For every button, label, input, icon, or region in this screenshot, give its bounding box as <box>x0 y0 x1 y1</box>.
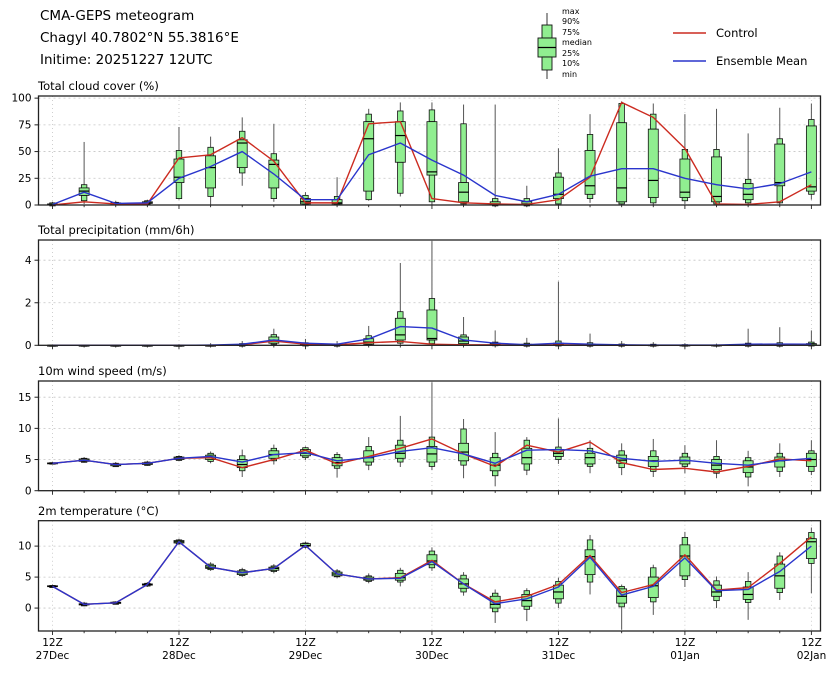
svg-text:75: 75 <box>18 119 31 131</box>
svg-text:4: 4 <box>25 255 32 267</box>
legend-stat-25: 25% <box>562 49 592 59</box>
svg-text:0: 0 <box>25 340 32 352</box>
svg-text:25: 25 <box>18 173 31 185</box>
svg-text:5: 5 <box>25 454 32 466</box>
x-tick-label: 12Z27Dec <box>18 637 88 662</box>
panel-title-cloud: Total cloud cover (%) <box>38 79 159 93</box>
panel-title-temp: 2m temperature (°C) <box>38 504 159 518</box>
svg-text:2: 2 <box>25 297 32 309</box>
legend-ensemble-label: Ensemble Mean <box>716 54 807 68</box>
station-location: Chagyl 40.7802°N 55.3816°E <box>40 30 239 46</box>
x-tick-label: 12Z29Dec <box>271 637 341 662</box>
panel-title-precip: Total precipitation (mm/6h) <box>38 223 194 237</box>
svg-text:100: 100 <box>11 93 31 105</box>
legend-stat-90: 90% <box>562 17 592 27</box>
legend-box-stats: max 90% 75% median 25% 10% min <box>562 7 592 80</box>
svg-text:5: 5 <box>25 572 32 584</box>
legend-stat-max: max <box>562 7 592 17</box>
legend-stat-75: 75% <box>562 28 592 38</box>
init-time: Initime: 20251227 12UTC <box>40 52 213 68</box>
svg-text:50: 50 <box>18 146 31 158</box>
svg-text:10: 10 <box>18 423 31 435</box>
svg-text:10: 10 <box>18 541 31 553</box>
x-tick-label: 12Z02Jan <box>777 637 834 662</box>
svg-text:0: 0 <box>25 603 32 615</box>
meteogram-canvas: 0 25 50 75 100 0 2 4 0 5 10 15 0 5 10 <box>0 0 834 680</box>
legend-stat-median: median <box>562 38 592 48</box>
meteogram-figure: 0 25 50 75 100 0 2 4 0 5 10 15 0 5 10 CMA-GEPS meteogr… <box>0 0 834 680</box>
svg-text:15: 15 <box>18 392 31 404</box>
svg-text:0: 0 <box>25 200 32 212</box>
panel-title-wind: 10m wind speed (m/s) <box>38 364 167 378</box>
legend-control-label: Control <box>716 26 758 40</box>
x-tick-label: 12Z01Jan <box>650 637 720 662</box>
figure-title: CMA-GEPS meteogram <box>40 8 194 24</box>
x-tick-label: 12Z28Dec <box>144 637 214 662</box>
svg-text:0: 0 <box>25 485 32 497</box>
legend-stat-min: min <box>562 70 592 80</box>
x-tick-label: 12Z31Dec <box>524 637 594 662</box>
legend-stat-10: 10% <box>562 59 592 69</box>
x-tick-label: 12Z30Dec <box>397 637 467 662</box>
